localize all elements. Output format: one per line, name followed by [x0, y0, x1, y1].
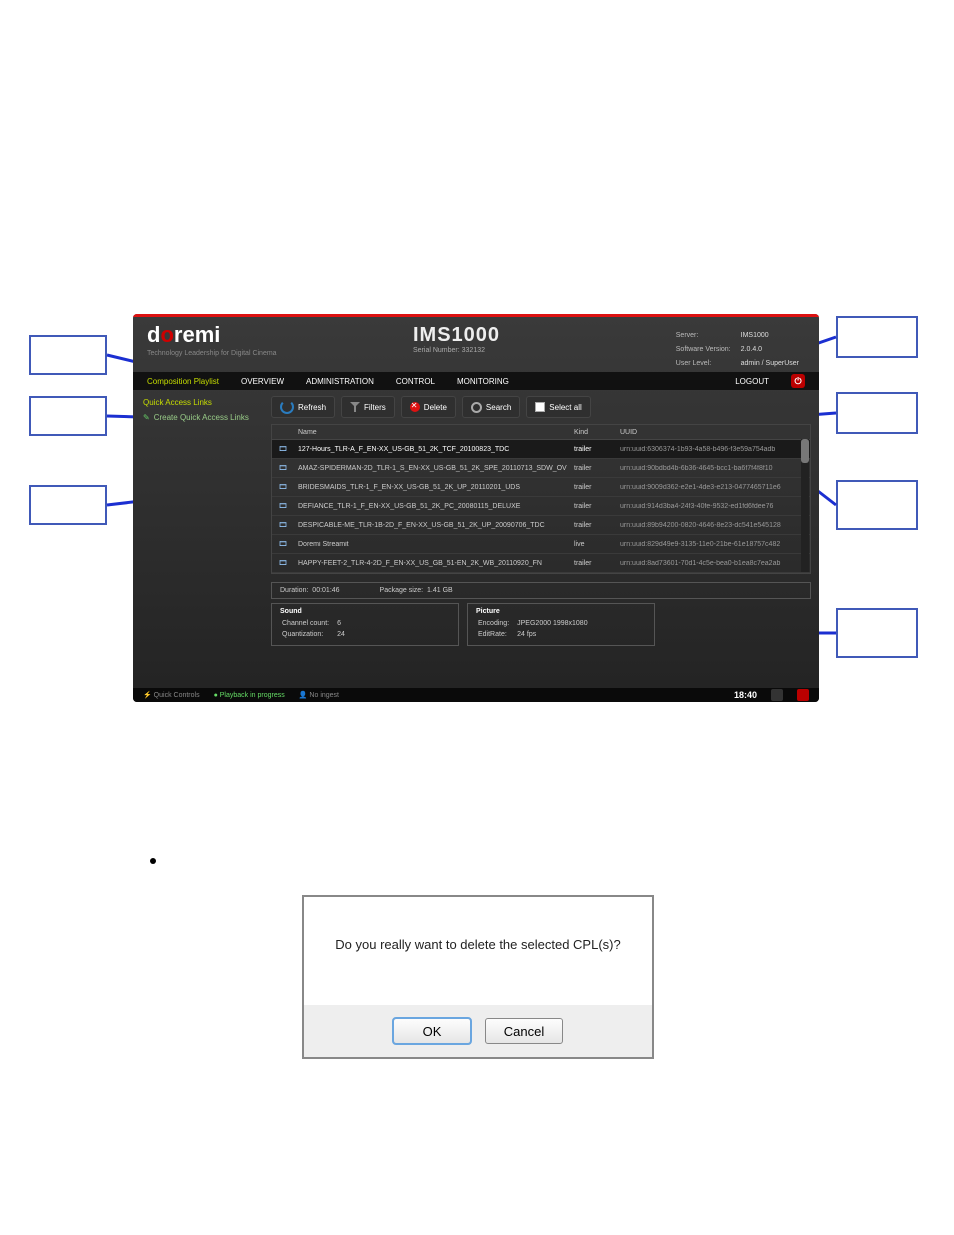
- refresh-icon: [280, 400, 294, 414]
- status-icon[interactable]: [771, 689, 783, 701]
- cancel-button[interactable]: Cancel: [485, 1018, 563, 1044]
- callout-box: [836, 392, 918, 434]
- status-clock: 18:40: [734, 690, 757, 700]
- table-row[interactable]: 🎞Doremi Streamitliveurn:uuid:829d49e9-31…: [272, 535, 810, 554]
- status-quick-controls[interactable]: ⚡ Quick Controls: [143, 691, 200, 699]
- table-row[interactable]: 🎞AMAZ-SPIDERMAN-2D_TLR-1_S_EN-XX_US-GB_5…: [272, 459, 810, 478]
- col-kind[interactable]: Kind: [574, 429, 620, 436]
- col-name[interactable]: Name: [294, 429, 574, 436]
- reel-icon: 🎞: [272, 521, 294, 529]
- tab-monitoring[interactable]: MONITORING: [457, 377, 509, 386]
- logo: doremi: [147, 322, 220, 347]
- tab-overview[interactable]: OVERVIEW: [241, 377, 284, 386]
- tab-control[interactable]: CONTROL: [396, 377, 435, 386]
- delete-confirm-dialog: Do you really want to delete the selecte…: [302, 895, 654, 1059]
- reel-icon: 🎞: [272, 483, 294, 491]
- callout-box: [29, 485, 107, 525]
- filter-icon: [350, 402, 360, 412]
- scrollbar-thumb[interactable]: [801, 439, 809, 463]
- logout-link[interactable]: LOGOUT: [735, 377, 769, 386]
- search-icon: [471, 402, 482, 413]
- duration-label: Duration:: [280, 587, 308, 594]
- reel-icon: 🎞: [272, 502, 294, 510]
- reel-icon: 🎞: [272, 540, 294, 548]
- dialog-message: Do you really want to delete the selecte…: [304, 897, 652, 952]
- search-button[interactable]: Search: [462, 396, 520, 418]
- delete-icon: [410, 402, 420, 412]
- tab-composition-playlist[interactable]: Composition Playlist: [147, 377, 219, 386]
- selectall-button[interactable]: Select all: [526, 396, 590, 418]
- product-name: IMS1000: [413, 324, 500, 347]
- selectall-icon: [535, 402, 545, 412]
- filters-button[interactable]: Filters: [341, 396, 395, 418]
- sound-title: Sound: [280, 608, 450, 615]
- pkg-value: 1.41 GB: [427, 587, 453, 594]
- reel-icon: 🎞: [272, 559, 294, 567]
- refresh-button[interactable]: Refresh: [271, 396, 335, 418]
- pencil-icon: ✎: [143, 413, 150, 422]
- status-playback: ● Playback in progress: [214, 692, 285, 699]
- create-quick-access-link[interactable]: ✎ Create Quick Access Links: [143, 413, 261, 422]
- list-bullet: [150, 858, 156, 864]
- table-row[interactable]: 🎞HAPPY-FEET-2_TLR-4-2D_F_EN-XX_US_GB_51-…: [272, 554, 810, 573]
- reel-icon: 🎞: [272, 464, 294, 472]
- status-ingest: 👤 No ingest: [299, 691, 339, 699]
- callout-box: [836, 480, 918, 530]
- duration-value: 00:01:46: [312, 587, 339, 594]
- reel-icon: 🎞: [272, 445, 294, 453]
- table-row[interactable]: 🎞BRIDESMAIDS_TLR-1_F_EN-XX_US-GB_51_2K_U…: [272, 478, 810, 497]
- table-row[interactable]: 🎞127-Hours_TLR-A_F_EN-XX_US-GB_51_2K_TCF…: [272, 440, 810, 459]
- serial-number: Serial Number: 332132: [413, 347, 500, 354]
- power-icon[interactable]: ⏻: [791, 374, 805, 388]
- cpl-table: Name Kind UUID 🎞127-Hours_TLR-A_F_EN-XX_…: [271, 424, 811, 574]
- tab-administration[interactable]: ADMINISTRATION: [306, 377, 374, 386]
- col-uuid[interactable]: UUID: [620, 429, 810, 436]
- table-row[interactable]: 🎞DEFIANCE_TLR-1_F_EN-XX_US-GB_51_2K_PC_2…: [272, 497, 810, 516]
- callout-box: [29, 335, 107, 375]
- ok-button[interactable]: OK: [393, 1018, 471, 1044]
- status-alert-icon[interactable]: [797, 689, 809, 701]
- server-info: Server:IMS1000 Software Version:2.0.4.0 …: [670, 328, 805, 372]
- delete-button[interactable]: Delete: [401, 396, 456, 418]
- table-row[interactable]: 🎞DESPICABLE-ME_TLR-1B-2D_F_EN-XX_US-GB_5…: [272, 516, 810, 535]
- picture-title: Picture: [476, 608, 646, 615]
- callout-box: [836, 608, 918, 658]
- quick-access-title: Quick Access Links: [143, 398, 261, 407]
- pkg-label: Package size:: [380, 587, 424, 594]
- callout-box: [836, 316, 918, 358]
- callout-box: [29, 396, 107, 436]
- app-ims1000: doremi Technology Leadership for Digital…: [133, 314, 819, 702]
